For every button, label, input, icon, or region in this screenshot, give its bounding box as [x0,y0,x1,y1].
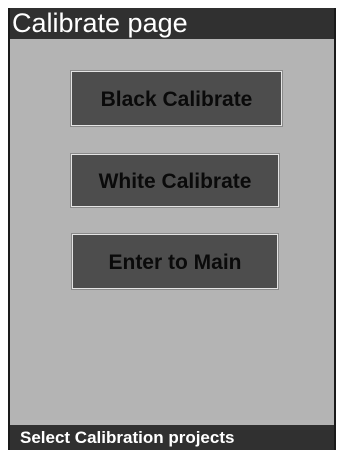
black-calibrate-button[interactable]: Black Calibrate [71,71,282,126]
enter-to-main-button[interactable]: Enter to Main [72,234,278,289]
page-title: Calibrate page [10,8,334,39]
calibrate-screen: Calibrate page Black Calibrate White Cal… [8,8,336,450]
status-bar: Select Calibration projects [10,425,334,450]
white-calibrate-button[interactable]: White Calibrate [71,154,279,207]
